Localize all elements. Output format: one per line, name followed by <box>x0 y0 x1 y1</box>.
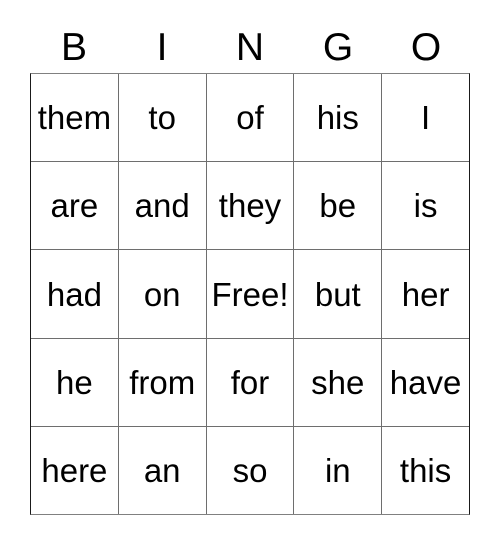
bingo-cell[interactable]: so <box>205 426 294 515</box>
bingo-free-space-cell[interactable]: Free! <box>205 250 294 338</box>
bingo-cell[interactable]: she <box>293 338 382 426</box>
bingo-row: are and they be is <box>31 161 469 250</box>
bingo-header-letter-i: I <box>156 26 168 69</box>
bingo-cell[interactable]: and <box>117 162 206 250</box>
bingo-header-letter-b: B <box>60 26 87 69</box>
bingo-cell[interactable]: from <box>117 338 206 426</box>
bingo-row: them to of his I <box>31 74 469 162</box>
bingo-cell[interactable]: be <box>293 162 382 250</box>
bingo-header-letter-n: N <box>235 26 265 69</box>
bingo-cell[interactable]: but <box>293 250 382 338</box>
bingo-cell[interactable]: they <box>205 162 294 250</box>
bingo-cell[interactable]: on <box>117 250 206 338</box>
bingo-cell[interactable]: are <box>31 162 118 250</box>
bingo-row: here an so in this <box>31 425 469 515</box>
bingo-cell[interactable]: for <box>205 338 294 426</box>
bingo-cell[interactable]: to <box>117 74 206 162</box>
bingo-cell[interactable]: an <box>117 426 206 515</box>
bingo-cell[interactable]: her <box>381 250 469 338</box>
bingo-cell[interactable]: this <box>381 426 469 515</box>
bingo-cell[interactable]: of <box>205 74 294 162</box>
bingo-row: had on Free! but her <box>31 249 469 338</box>
bingo-cell[interactable]: is <box>381 162 469 250</box>
bingo-cell[interactable]: here <box>31 426 118 515</box>
bingo-row: he from for she have <box>31 337 469 426</box>
bingo-cell[interactable]: his <box>293 74 382 162</box>
bingo-grid: them to of his I are and they be is had … <box>30 73 470 515</box>
bingo-header-row: B I N G O <box>30 22 470 73</box>
bingo-card: B I N G O them to of his I are and they … <box>0 0 500 544</box>
bingo-cell[interactable]: in <box>293 426 382 515</box>
bingo-header-letter-o: O <box>410 26 442 69</box>
bingo-cell[interactable]: had <box>31 250 118 338</box>
bingo-cell[interactable]: he <box>31 338 118 426</box>
bingo-header-letter-g: G <box>322 26 354 69</box>
bingo-cell[interactable]: have <box>381 338 469 426</box>
bingo-cell[interactable]: I <box>381 74 469 162</box>
bingo-cell[interactable]: them <box>31 74 118 162</box>
